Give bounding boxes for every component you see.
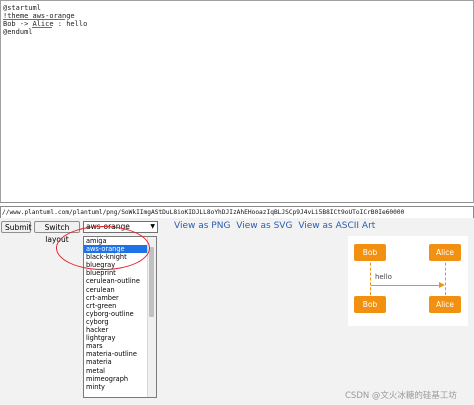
- theme-option[interactable]: materia-outline: [84, 350, 156, 358]
- view-png-link[interactable]: View as PNG: [174, 221, 230, 231]
- view-links: View as PNG View as SVG View as ASCII Ar…: [174, 219, 378, 233]
- participant-bob-top: Bob: [354, 244, 386, 261]
- theme-option[interactable]: lightgray: [84, 334, 156, 342]
- theme-option[interactable]: cyborg: [84, 318, 156, 326]
- message-label: hello: [375, 273, 392, 281]
- participant-alice-bottom: Alice: [429, 296, 461, 313]
- theme-option[interactable]: cerulean-outline: [84, 277, 156, 285]
- view-svg-link[interactable]: View as SVG: [236, 221, 292, 231]
- watermark-text: CSDN @文火冰糖的硅基工坊: [345, 391, 457, 401]
- dropdown-scrollbar[interactable]: [147, 237, 156, 397]
- theme-option[interactable]: mimeograph: [84, 375, 156, 383]
- message-arrow-line: [371, 285, 441, 286]
- annotation-ellipse: [56, 226, 150, 270]
- participant-alice-top: Alice: [429, 244, 461, 261]
- theme-option[interactable]: cyborg-outline: [84, 310, 156, 318]
- theme-option[interactable]: cerulean: [84, 286, 156, 294]
- arrowhead-icon: [439, 282, 445, 288]
- source-editor[interactable]: @startuml !theme aws-orange Bob -> Alice…: [0, 0, 474, 203]
- scrollbar-thumb[interactable]: [149, 247, 154, 317]
- theme-option[interactable]: crt-amber: [84, 294, 156, 302]
- editor-line-1: @startuml: [3, 4, 41, 12]
- sequence-diagram: Bob Alice hello Bob Alice: [348, 236, 468, 326]
- theme-option[interactable]: materia: [84, 358, 156, 366]
- editor-line-4: @enduml: [3, 28, 33, 36]
- submit-button[interactable]: Submit: [1, 221, 32, 233]
- spellcheck-underline: [32, 27, 52, 28]
- theme-option[interactable]: blueprint: [84, 269, 156, 277]
- theme-option[interactable]: metal: [84, 367, 156, 375]
- theme-option[interactable]: crt-green: [84, 302, 156, 310]
- theme-option[interactable]: minty: [84, 383, 156, 391]
- theme-option[interactable]: mars: [84, 342, 156, 350]
- chevron-down-icon: ▼: [150, 223, 155, 230]
- theme-option[interactable]: hacker: [84, 326, 156, 334]
- url-text: //www.plantuml.com/plantuml/png/SoWkIImg…: [2, 209, 405, 216]
- view-ascii-link[interactable]: View as ASCII Art: [298, 221, 375, 231]
- participant-bob-bottom: Bob: [354, 296, 386, 313]
